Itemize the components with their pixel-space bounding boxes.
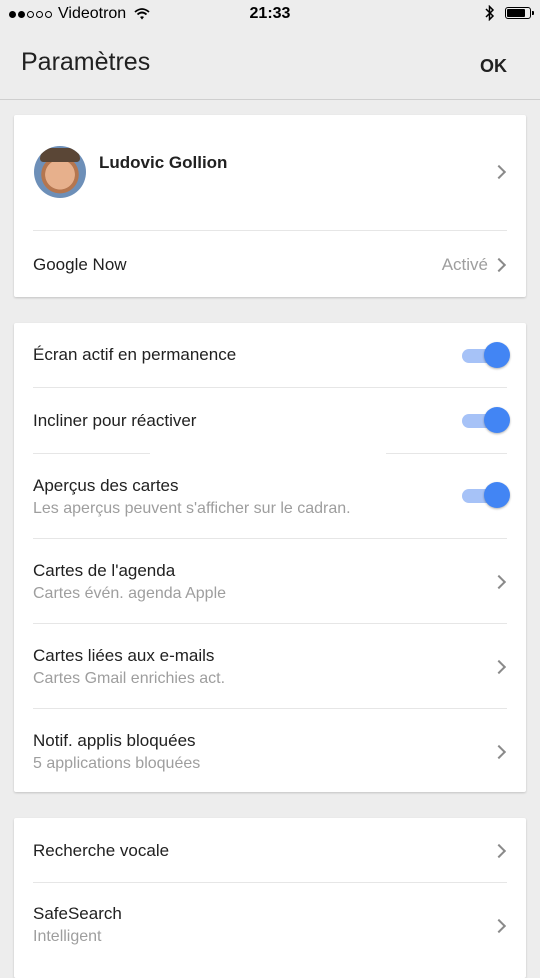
toggle-thumb <box>484 342 510 368</box>
card-previews-label: Aperçus des cartes <box>33 476 179 495</box>
screen-always-on-label: Écran actif en permanence <box>33 345 237 364</box>
tilt-to-wake-toggle[interactable] <box>462 406 510 434</box>
google-now-row[interactable]: Google Now Activé <box>14 231 526 297</box>
toggle-thumb <box>484 482 510 508</box>
chevron-right-icon <box>491 164 507 180</box>
blocked-app-notifs-row[interactable]: Notif. applis bloquées 5 applications bl… <box>14 709 526 792</box>
settings-card: Écran actif en permanence Incliner pour … <box>14 323 526 792</box>
calendar-cards-row[interactable]: Cartes de l'agenda Cartes évén. agenda A… <box>14 539 526 624</box>
screen-always-on-row: Écran actif en permanence <box>14 323 526 388</box>
ok-button[interactable]: OK <box>480 56 507 77</box>
google-now-value: Activé <box>441 255 488 274</box>
tilt-to-wake-label: Incliner pour réactiver <box>33 411 197 430</box>
chevron-right-icon <box>491 918 507 934</box>
email-cards-row[interactable]: Cartes liées aux e-mails Cartes Gmail en… <box>14 624 526 709</box>
card-previews-subtitle: Les aperçus peuvent s'afficher sur le ca… <box>33 500 351 517</box>
blocked-app-notifs-subtitle: 5 applications bloquées <box>33 755 201 772</box>
voice-search-label: Recherche vocale <box>33 841 170 860</box>
status-right <box>485 5 534 21</box>
profile-name: Ludovic Gollion <box>99 153 228 172</box>
tilt-to-wake-row: Incliner pour réactiver <box>14 388 526 454</box>
email-cards-label: Cartes liées aux e-mails <box>33 646 215 665</box>
status-time: 21:33 <box>249 5 291 22</box>
card-previews-row: Aperçus des cartes Les aperçus peuvent s… <box>14 454 526 539</box>
page-title: Paramètres <box>21 48 151 76</box>
chevron-right-icon <box>491 574 507 590</box>
calendar-cards-label: Cartes de l'agenda <box>33 561 176 580</box>
calendar-cards-subtitle: Cartes évén. agenda Apple <box>33 585 227 602</box>
email-cards-subtitle: Cartes Gmail enrichies act. <box>33 670 226 687</box>
screen-always-on-toggle[interactable] <box>462 341 510 369</box>
safesearch-row[interactable]: SafeSearch Intelligent <box>14 883 526 968</box>
bluetooth-icon <box>485 5 495 21</box>
avatar <box>34 146 86 198</box>
chevron-right-icon <box>491 257 507 273</box>
app-header: Paramètres OK <box>0 28 540 100</box>
google-now-label: Google Now <box>33 255 127 274</box>
safesearch-label: SafeSearch <box>33 904 122 923</box>
battery-icon <box>505 7 534 19</box>
voice-search-row[interactable]: Recherche vocale <box>14 818 526 883</box>
safesearch-subtitle: Intelligent <box>33 928 102 945</box>
chevron-right-icon <box>491 744 507 760</box>
status-bar: Videotron 21:33 <box>0 0 540 28</box>
card-previews-toggle[interactable] <box>462 481 510 509</box>
profile-row[interactable]: Ludovic Gollion <box>14 115 526 231</box>
blocked-app-notifs-label: Notif. applis bloquées <box>33 731 196 750</box>
toggle-thumb <box>484 407 510 433</box>
chevron-right-icon <box>491 843 507 859</box>
profile-card: Ludovic Gollion Google Now Activé <box>14 115 526 297</box>
search-card: Recherche vocale SafeSearch Intelligent <box>14 818 526 978</box>
chevron-right-icon <box>491 659 507 675</box>
